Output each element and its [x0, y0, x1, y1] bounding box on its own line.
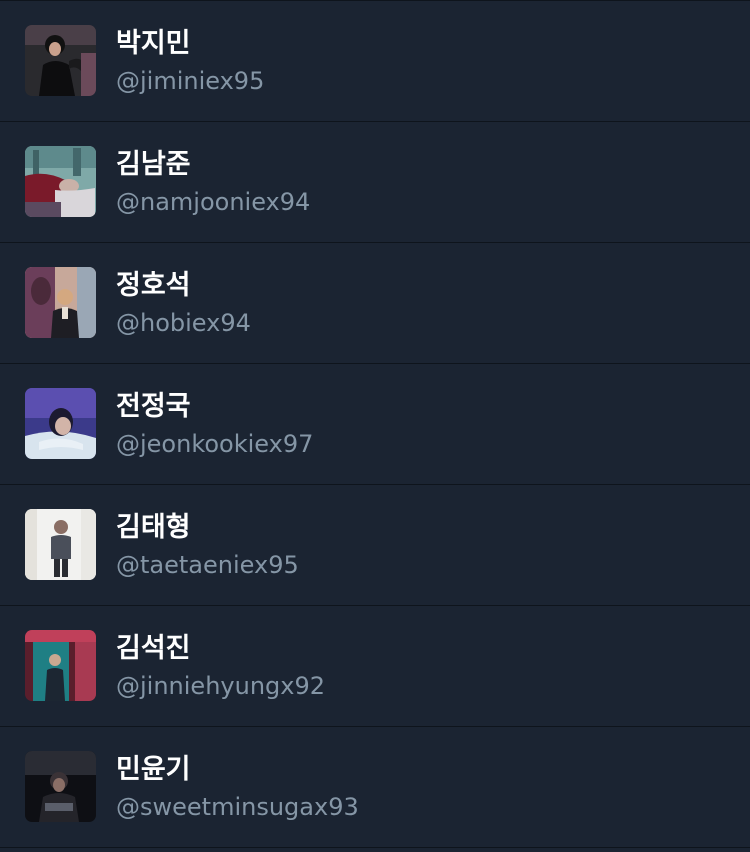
- user-handle: @jeonkookiex97: [116, 430, 314, 458]
- user-handle: @jiminiex95: [116, 67, 265, 95]
- user-list: 박지민 @jiminiex95 김남준 @namjooniex94 정호석 @h…: [0, 0, 750, 852]
- user-list-item[interactable]: 박지민 @jiminiex95: [0, 1, 750, 122]
- user-avatar[interactable]: [25, 751, 96, 822]
- user-handle: @sweetminsugax93: [116, 793, 359, 821]
- user-name: 김태형: [116, 512, 191, 543]
- user-list-item[interactable]: 민윤기 @sweetminsugax93: [0, 727, 750, 848]
- user-list-item[interactable]: 김석진 @jinniehyungx92: [0, 606, 750, 727]
- user-avatar[interactable]: [25, 630, 96, 701]
- user-name: 전정국: [116, 391, 191, 422]
- user-handle: @taetaeniex95: [116, 551, 299, 579]
- user-name: 박지민: [116, 28, 191, 59]
- user-list-item[interactable]: 김태형 @taetaeniex95: [0, 485, 750, 606]
- user-list-item[interactable]: 전정국 @jeonkookiex97: [0, 364, 750, 485]
- user-list-item[interactable]: 정호석 @hobiex94: [0, 243, 750, 364]
- user-avatar[interactable]: [25, 388, 96, 459]
- user-avatar[interactable]: [25, 25, 96, 96]
- user-name: 정호석: [116, 270, 191, 301]
- user-handle: @jinniehyungx92: [116, 672, 326, 700]
- user-name: 김석진: [116, 633, 191, 664]
- user-list-item[interactable]: 김남준 @namjooniex94: [0, 122, 750, 243]
- user-name: 민윤기: [116, 754, 191, 785]
- user-handle: @namjooniex94: [116, 188, 311, 216]
- user-avatar[interactable]: [25, 267, 96, 338]
- user-avatar[interactable]: [25, 146, 96, 217]
- user-name: 김남준: [116, 149, 191, 180]
- user-avatar[interactable]: [25, 509, 96, 580]
- user-handle: @hobiex94: [116, 309, 251, 337]
